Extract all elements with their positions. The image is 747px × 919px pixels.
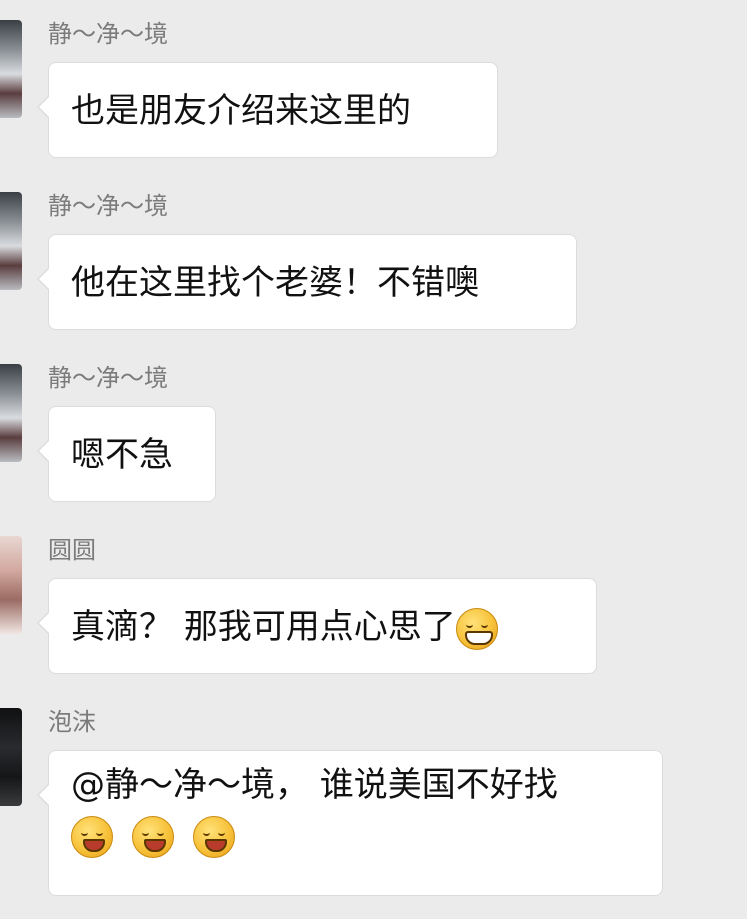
grinning-emoji bbox=[455, 607, 498, 650]
sender-name: 静～净～境 bbox=[48, 192, 168, 220]
sender-name: 静～净～境 bbox=[48, 20, 168, 48]
message-bubble[interactable]: 真滴？ 那我可用点心思了 bbox=[37, 578, 597, 674]
avatar[interactable] bbox=[0, 192, 22, 290]
winking-tongue-emoji bbox=[71, 815, 113, 858]
avatar[interactable] bbox=[0, 536, 22, 634]
winking-tongue-emoji bbox=[192, 815, 235, 858]
message-bubble[interactable]: 他在这里找个老婆！不错噢 bbox=[37, 234, 577, 330]
message-bubble[interactable]: 嗯不急 bbox=[37, 406, 216, 502]
avatar[interactable] bbox=[0, 708, 22, 806]
avatar[interactable] bbox=[0, 364, 22, 462]
sender-name: 泡沫 bbox=[48, 708, 96, 736]
winking-tongue-emoji bbox=[131, 815, 174, 858]
message-text: 真滴？ 那我可用点心思了 bbox=[71, 607, 456, 647]
sender-name: 静～净～境 bbox=[48, 364, 168, 392]
message-bubble[interactable]: 也是朋友介绍来这里的 bbox=[37, 62, 498, 158]
sender-name: 圆圆 bbox=[48, 536, 96, 564]
avatar[interactable] bbox=[0, 20, 22, 118]
message-bubble[interactable]: @静～净～境， 谁说美国不好找 bbox=[37, 750, 663, 896]
message-text: @静～净～境， 谁说美国不好找 bbox=[71, 765, 558, 805]
emoji-row bbox=[71, 811, 640, 859]
